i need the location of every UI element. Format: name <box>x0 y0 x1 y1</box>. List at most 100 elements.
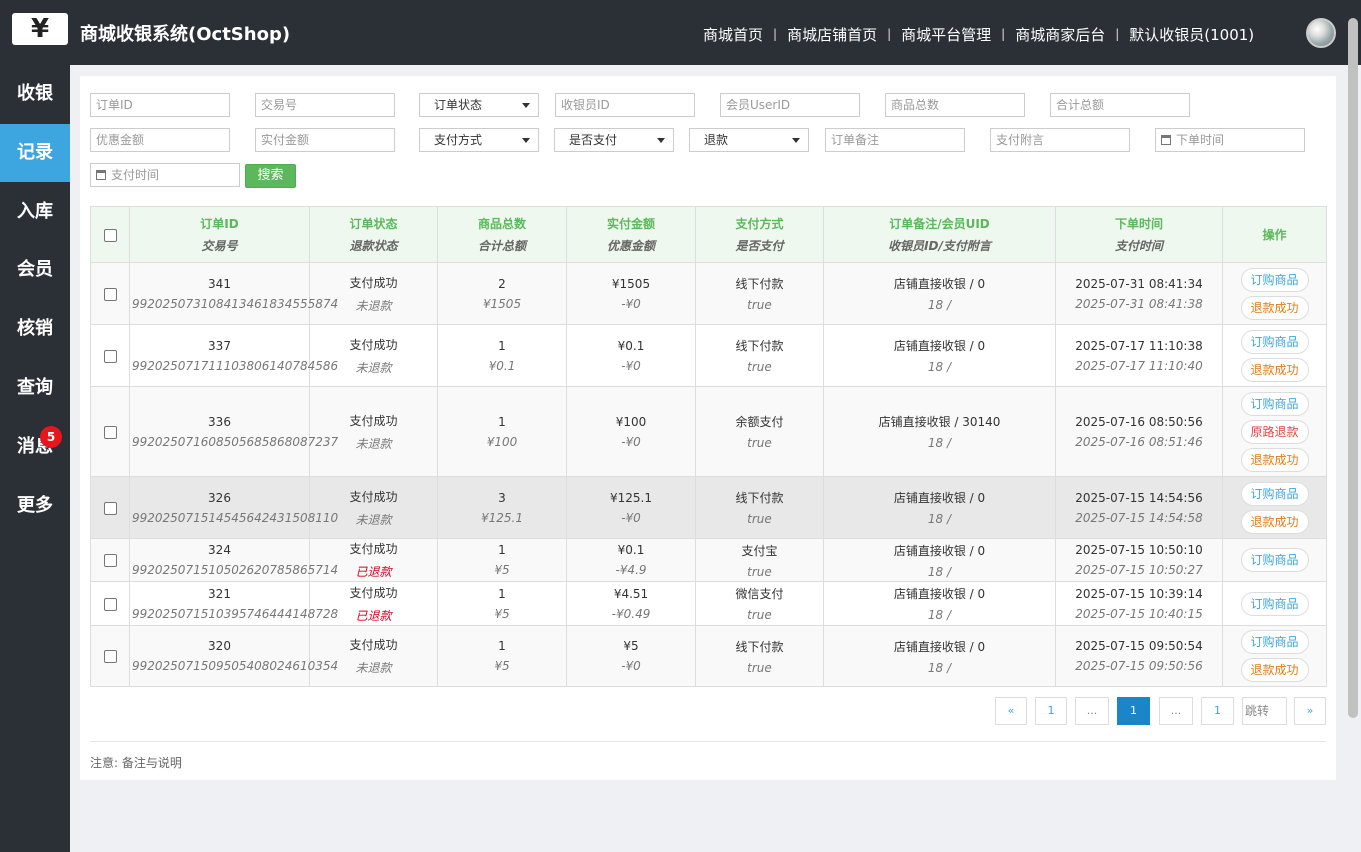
row-checkbox[interactable] <box>103 650 117 663</box>
cell-sub: -¥0 <box>621 296 641 311</box>
nav-separator: | <box>1001 27 1006 41</box>
page-scrollbar[interactable] <box>1348 18 1358 718</box>
row-action-button[interactable]: 退款成功 <box>1240 357 1309 382</box>
row-select-cell <box>90 581 130 626</box>
pagination-jump-input[interactable]: 跳转 <box>1242 697 1287 725</box>
cell-main: 店铺直接收银 / 0 <box>893 339 986 353</box>
row-action-button[interactable]: 订购商品 <box>1240 267 1309 292</box>
row-action-button[interactable]: 退款成功 <box>1240 658 1309 682</box>
cell-main: 2025-07-17 11:10:38 <box>1075 338 1203 353</box>
col-sub: 交易号 <box>201 239 238 253</box>
row-checkbox[interactable] <box>103 287 117 301</box>
filter-pay-time-input[interactable]: 支付时间 <box>90 163 240 187</box>
row-checkbox[interactable] <box>103 501 117 515</box>
cell-main: 店铺直接收银 / 0 <box>893 587 986 601</box>
cell-main: 2025-07-15 10:39:14 <box>1075 586 1203 601</box>
table-row: 321 992025071510395746444148728 支付成功 已退款 1 ¥5… <box>90 581 1327 626</box>
sidebar-item-cashier[interactable]: 收银 <box>0 65 70 123</box>
cell-main: 支付宝 <box>741 543 778 558</box>
filter-order-time-input[interactable]: 下单时间 <box>1155 128 1305 152</box>
row-action-button[interactable]: 订购商品 <box>1240 329 1309 354</box>
row-action-button[interactable]: 订购商品 <box>1240 481 1309 506</box>
pagination-first[interactable]: 1 <box>1035 697 1067 725</box>
row-actions-cell: 订购商品 退款成功 <box>1222 625 1327 687</box>
sidebar-item-query[interactable]: 查询 <box>0 359 70 417</box>
pagination-next[interactable]: » <box>1294 697 1326 725</box>
pagination-current[interactable]: 1 <box>1117 697 1150 725</box>
filter-is-paid-select[interactable]: 是否支付 <box>554 128 674 152</box>
row-action-button[interactable]: 退款成功 <box>1240 509 1309 534</box>
cell-sub: true <box>747 298 772 312</box>
row-action-button[interactable]: 订购商品 <box>1240 591 1309 616</box>
row-select-cell <box>90 324 130 387</box>
filter-paid-amount-input[interactable]: 实付金额 <box>255 128 395 152</box>
cell-sub: true <box>747 608 772 622</box>
search-button[interactable]: 搜索 <box>245 164 296 188</box>
table-row: 320 992025071509505408024610354 支付成功 未退款 1 ¥5… <box>90 625 1327 687</box>
table-cell: ¥0.1 -¥4.9 <box>566 538 696 582</box>
filter-order-status-select[interactable]: 订单状态 <box>419 93 539 117</box>
cell-main: 支付成功 <box>349 275 398 290</box>
pagination-prev[interactable]: « <box>995 697 1027 725</box>
filter-trade-no-input[interactable]: 交易号 <box>255 93 395 117</box>
sidebar-item-members[interactable]: 会员 <box>0 241 70 299</box>
filter-pay-attach-input[interactable]: 支付附言 <box>990 128 1130 152</box>
filter-order-memo-input[interactable]: 订单备注 <box>825 128 965 152</box>
sidebar-item-more[interactable]: 更多 <box>0 477 70 535</box>
table-cell: 2 ¥1505 <box>437 262 567 325</box>
filter-goods-total-input[interactable]: 商品总数 <box>885 93 1025 117</box>
row-action-button[interactable]: 订购商品 <box>1240 630 1309 654</box>
cell-sub: -¥0.49 <box>611 606 651 621</box>
row-action-button[interactable]: 订购商品 <box>1240 391 1309 416</box>
cell-main: 支付成功 <box>349 585 398 600</box>
nav-platform-admin[interactable]: 商城平台管理 <box>901 24 991 45</box>
sidebar: 收银 记录 入库 会员 核销 查询 消息 5 更多 <box>0 65 70 852</box>
filter-refund-select[interactable]: 退款 <box>689 128 809 152</box>
nav-cashier-user[interactable]: 默认收银员(1001) <box>1129 24 1254 45</box>
cell-sub: 18 / <box>927 298 952 312</box>
table-cell: 线下付款 true <box>695 476 824 539</box>
row-action-button[interactable]: 退款成功 <box>1240 295 1309 320</box>
table-cell: 326 992025071514545642431508110 <box>129 476 338 539</box>
app-title: 商城收银系统(OctShop) <box>80 24 291 45</box>
row-checkbox[interactable] <box>103 597 117 611</box>
filter-cashier-id-input[interactable]: 收银员ID <box>555 93 695 117</box>
cell-main: 店铺直接收银 / 0 <box>893 277 986 291</box>
sidebar-item-verify[interactable]: 核销 <box>0 300 70 358</box>
row-checkbox[interactable] <box>103 554 117 567</box>
select-all-checkbox[interactable] <box>103 228 117 242</box>
col-header-actions: 操作 <box>1222 206 1327 263</box>
col-main: 支付方式 <box>735 217 784 231</box>
nav-merchant-admin[interactable]: 商城商家后台 <box>1015 24 1105 45</box>
filter-sum-total-input[interactable]: 合计总额 <box>1050 93 1190 117</box>
avatar[interactable] <box>1306 18 1336 48</box>
filter-pay-method-select[interactable]: 支付方式 <box>419 128 539 152</box>
cell-sub: -¥4.9 <box>615 563 647 577</box>
sidebar-item-messages[interactable]: 消息 5 <box>0 418 70 476</box>
cell-main: 337 <box>208 338 231 353</box>
cell-main: ¥1505 <box>611 276 651 291</box>
caret-down-icon <box>657 138 665 143</box>
table-cell: 店铺直接收银 / 0 18 / <box>823 625 1056 687</box>
row-checkbox[interactable] <box>103 349 117 363</box>
filter-order-id-input[interactable]: 订单ID <box>90 93 230 117</box>
filter-discount-input[interactable]: 优惠金额 <box>90 128 230 152</box>
nav-shop-home[interactable]: 商城店铺首页 <box>787 24 877 45</box>
nav-separator: | <box>1115 27 1120 41</box>
cell-main: 1 <box>498 414 506 429</box>
sidebar-item-stock-in[interactable]: 入库 <box>0 183 70 241</box>
table-cell: 支付宝 true <box>695 538 824 582</box>
logo-yen-icon: ¥ <box>12 13 68 45</box>
pagination-last[interactable]: 1 <box>1201 697 1234 725</box>
row-action-button[interactable]: 原路退款 <box>1240 419 1309 444</box>
row-checkbox[interactable] <box>103 425 117 439</box>
nav-mall-home[interactable]: 商城首页 <box>703 24 763 45</box>
cell-main: 支付成功 <box>349 337 398 352</box>
row-action-button[interactable]: 退款成功 <box>1240 447 1309 472</box>
cell-sub: ¥5 <box>494 606 510 621</box>
filter-member-uid-input[interactable]: 会员UserID <box>720 93 860 117</box>
col-header: 实付金额 优惠金额 <box>566 206 696 263</box>
sidebar-item-records[interactable]: 记录 <box>0 124 70 182</box>
row-action-button[interactable]: 订购商品 <box>1240 548 1309 572</box>
col-sub: 优惠金额 <box>606 239 655 253</box>
